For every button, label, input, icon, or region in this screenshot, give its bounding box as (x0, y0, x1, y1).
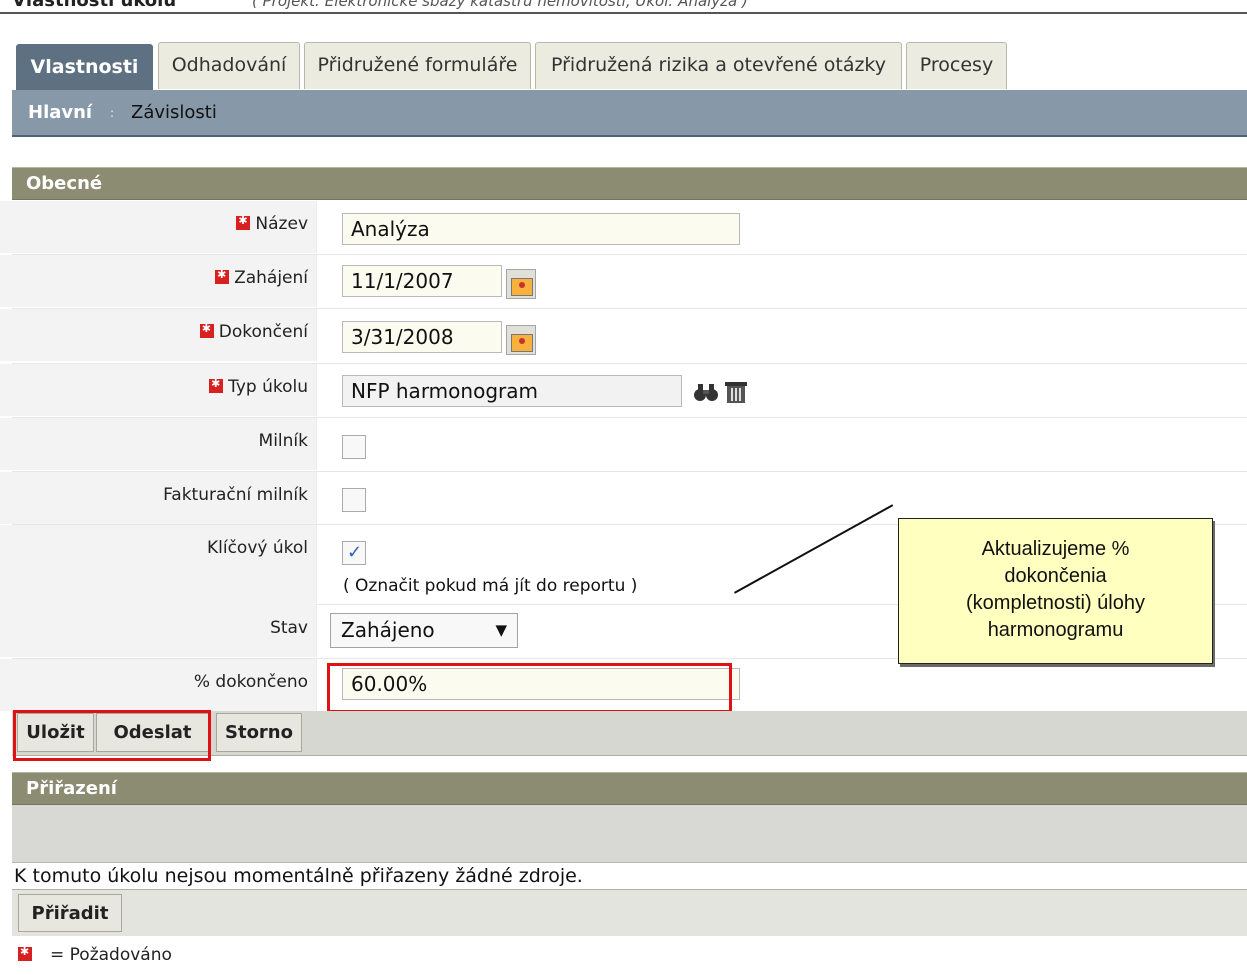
tab-vlastnosti[interactable]: Vlastnosti (16, 44, 153, 90)
name-input[interactable] (342, 213, 740, 245)
assign-button[interactable]: Přiřadit (18, 894, 122, 932)
key-task-hint: ( Označit pokud má jít do reportu ) (343, 576, 638, 596)
label-start-date: Zahájení (0, 255, 317, 307)
milestone-checkbox[interactable] (342, 435, 366, 459)
calendar-icon[interactable] (506, 269, 536, 299)
assignments-empty-area (12, 805, 1247, 863)
billing-milestone-checkbox[interactable] (342, 488, 366, 512)
subnav-zavislosti[interactable]: Závislosti (131, 102, 217, 123)
row-name: Název (0, 201, 1247, 255)
row-percent-complete: % dokončeno (0, 659, 1247, 712)
required-icon (236, 214, 251, 230)
tab-odhadovani[interactable]: Odhadování (158, 42, 300, 89)
chevron-down-icon: ▼ (495, 621, 507, 639)
trash-icon[interactable] (722, 379, 750, 405)
assignments-section-title: Přiřazení (12, 772, 1247, 805)
label-task-type: Typ úkolu (0, 364, 317, 416)
callout-line-4: harmonogramu (987, 619, 1124, 641)
callout-line-1: Aktualizujeme % (981, 538, 1130, 560)
tab-pridruzena-rizika[interactable]: Přidružená rizika a otevřené otázky (535, 42, 902, 89)
binoculars-icon[interactable] (692, 380, 720, 404)
cancel-button[interactable]: Storno (216, 713, 302, 752)
form-toolbar: Uložit Odeslat Storno (12, 711, 1247, 756)
subnav-separator: : (110, 106, 115, 120)
label-percent-complete: % dokončeno (0, 659, 317, 711)
tab-procesy[interactable]: Procesy (906, 42, 1007, 89)
calendar-icon[interactable] (506, 325, 536, 355)
label-milestone: Milník (0, 418, 317, 470)
save-button[interactable]: Uložit (17, 713, 94, 752)
row-finish-date: Dokončení (0, 309, 1247, 364)
header-divider (0, 12, 1247, 14)
label-status: Stav (0, 605, 317, 657)
finish-date-input[interactable] (342, 321, 502, 353)
assignments-toolbar: Přiřadit (12, 889, 1247, 936)
general-section-title: Obecné (12, 167, 1247, 200)
row-start-date: Zahájení (0, 255, 1247, 309)
key-task-checkbox[interactable]: ✓ (342, 541, 366, 565)
tab-pridruzene-formulare[interactable]: Přidružené formuláře (304, 42, 531, 89)
callout-line-2: dokončenia (1004, 565, 1107, 587)
page-context: ( Projekt: Elektronické sbázy katastru n… (252, 0, 748, 10)
checkmark-icon: ✓ (347, 542, 363, 563)
percent-complete-input[interactable] (342, 668, 740, 700)
required-icon (199, 322, 214, 338)
row-task-type: Typ úkolu (0, 364, 1247, 418)
required-icon (215, 268, 230, 284)
subnavigation: Hlavní : Závislosti (12, 90, 1247, 137)
label-finish-date: Dokončení (0, 309, 317, 361)
annotation-callout: Aktualizujeme % dokončenia (kompletnosti… (898, 518, 1213, 664)
callout-line-3: (kompletnosti) úlohy (966, 592, 1145, 614)
page-title: Vlastnosti úkolu (12, 0, 177, 11)
row-milestone: Milník (0, 418, 1247, 472)
label-billing-milestone: Fakturační milník (0, 472, 317, 524)
task-type-input[interactable] (342, 375, 682, 407)
subnav-hlavni[interactable]: Hlavní (28, 102, 92, 123)
assignments-message: K tomuto úkolu nejsou momentálně přiřaze… (14, 865, 583, 887)
required-icon (18, 945, 32, 961)
label-name: Název (0, 201, 317, 253)
label-key-task: Klíčový úkol (0, 525, 317, 605)
status-dropdown[interactable]: Zahájeno ▼ (330, 613, 518, 648)
required-icon (209, 377, 224, 393)
submit-button[interactable]: Odeslat (96, 713, 209, 752)
required-legend: = Požadováno (18, 945, 172, 965)
start-date-input[interactable] (342, 265, 502, 297)
